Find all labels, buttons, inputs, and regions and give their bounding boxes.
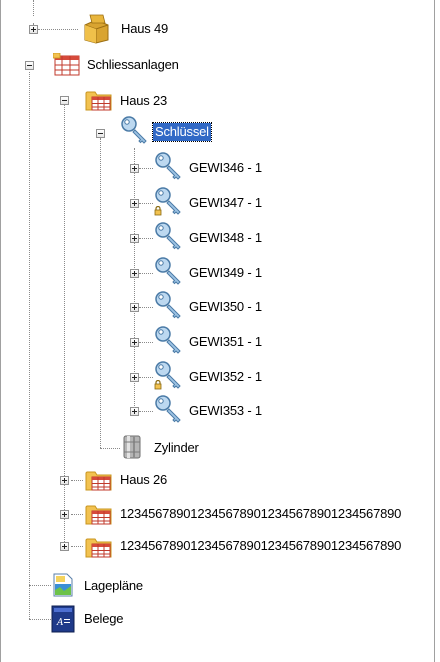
tree-node-label[interactable]: GEWI347 - 1 [187,194,264,212]
tree-node-label[interactable]: GEWI350 - 1 [187,298,264,316]
expand-toggle[interactable] [60,510,69,519]
tree-line [100,448,120,449]
tree-line [71,546,83,547]
expand-toggle[interactable] [130,303,139,312]
tree-line [38,29,78,30]
expand-toggle[interactable] [60,476,69,485]
map-document-icon [53,573,73,597]
tree-line [29,585,51,586]
tree-node-label[interactable]: GEWI348 - 1 [187,229,264,247]
expand-toggle[interactable] [130,199,139,208]
tree-line [139,411,153,412]
tree-node-label[interactable]: Belege [82,610,125,628]
key-icon [153,151,183,181]
tree-line [29,619,51,620]
tree-line [139,377,153,378]
box-icon [84,14,109,44]
tree-node-label[interactable]: GEWI349 - 1 [187,264,264,282]
expand-toggle[interactable] [29,25,38,34]
tree-line [71,514,83,515]
cylinder-icon [123,435,141,459]
expand-toggle[interactable] [130,338,139,347]
tree-node-label[interactable]: Zylinder [152,439,201,457]
table-icon [53,53,81,77]
collapse-toggle[interactable] [60,96,69,105]
expand-toggle[interactable] [60,542,69,551]
tree-line [139,342,153,343]
tree-node-label[interactable]: GEWI352 - 1 [187,368,264,386]
tree-node-label[interactable]: Haus 23 [118,92,169,110]
tree-line [139,168,153,169]
tree-line [29,72,30,619]
tree-line [139,307,153,308]
folder-table-icon [85,535,113,559]
tree-node-label[interactable]: Schliessanlagen [85,56,181,74]
tree-line [71,480,83,481]
tree-node-label[interactable]: 1234567890123456789012345678901234567890 [118,505,403,523]
tree-node-label[interactable]: GEWI346 - 1 [187,159,264,177]
tree-node-label[interactable]: GEWI351 - 1 [187,333,264,351]
object-tree[interactable]: Haus 49 Schliessanlagen Haus 23 Schlüsse… [0,0,435,662]
svg-text:A: A [56,618,64,628]
lock-icon [153,380,163,390]
key-icon [153,394,183,424]
tree-line [139,203,153,204]
expand-toggle[interactable] [130,164,139,173]
tree-node-label[interactable]: Lagepläne [82,577,145,595]
key-icon [153,290,183,320]
tree-node-label[interactable]: Haus 26 [118,471,169,489]
key-icon [153,256,183,286]
folder-table-icon [85,88,113,112]
tree-line [100,138,101,448]
collapse-toggle[interactable] [25,61,34,70]
key-icon [153,325,183,355]
lock-icon [153,206,163,216]
expand-toggle[interactable] [130,407,139,416]
key-icon [119,115,149,145]
receipt-icon: A [51,605,75,633]
key-icon [153,221,183,251]
folder-table-icon [85,502,113,526]
expand-toggle[interactable] [130,269,139,278]
expand-toggle[interactable] [130,373,139,382]
tree-line [139,238,153,239]
tree-node-label-selected[interactable]: Schlüssel [152,122,212,142]
folder-table-icon [85,468,113,492]
expand-toggle[interactable] [130,234,139,243]
tree-line [139,273,153,274]
tree-node-label[interactable]: Haus 49 [119,20,170,38]
tree-node-label[interactable]: 1234567890123456789012345678901234567890 [118,537,403,555]
collapse-toggle[interactable] [96,129,105,138]
tree-line [33,0,34,16]
tree-node-label[interactable]: GEWI353 - 1 [187,402,264,420]
